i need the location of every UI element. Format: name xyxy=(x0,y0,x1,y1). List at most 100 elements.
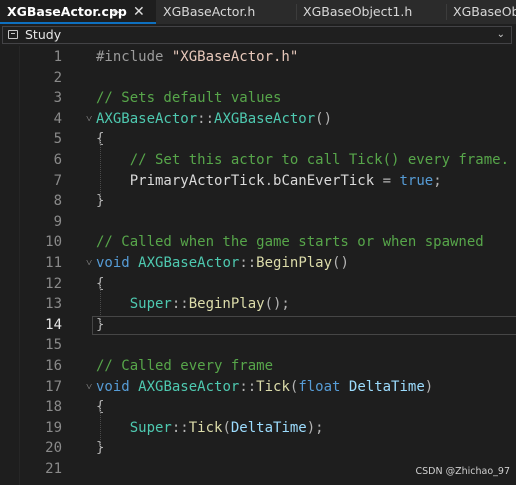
code-line[interactable]: 14} xyxy=(0,315,516,336)
tab-xgbaseobject1-h[interactable]: XGBaseObject1.h xyxy=(296,0,446,24)
code-token: DeltaTime xyxy=(348,378,425,395)
code-token: (); xyxy=(264,296,290,313)
code-token: DeltaTime xyxy=(230,419,307,436)
code-line[interactable]: 15 xyxy=(0,335,516,356)
line-number: 15 xyxy=(45,337,62,354)
code-text: void AXGBaseActor::BeginPlay() xyxy=(96,253,349,274)
code-token: Tick xyxy=(256,378,290,395)
line-number: 16 xyxy=(45,358,62,374)
code-line[interactable]: 6 // Set this actor to call Tick() every… xyxy=(0,150,516,171)
tab-label: XGBaseObj xyxy=(453,4,516,19)
code-token: BeginPlay xyxy=(256,255,333,271)
project-dropdown[interactable]: Study ⌄ xyxy=(2,26,512,44)
tab-label: XGBaseActor.cpp xyxy=(7,4,127,19)
line-number: 19 xyxy=(45,419,62,436)
code-text: // Set this actor to call Tick() every f… xyxy=(96,150,509,171)
code-line[interactable]: 17 ˅ void AXGBaseActor::Tick(float DeltaTi… xyxy=(0,377,516,398)
code-line[interactable]: 18{ xyxy=(0,397,516,418)
close-icon[interactable]: ✕ xyxy=(133,0,145,24)
line-number: 10 xyxy=(45,234,62,251)
code-line[interactable]: 9 xyxy=(0,212,516,233)
line-number: 6 xyxy=(53,152,62,168)
pin-icon[interactable]: ⪢ xyxy=(113,0,119,24)
code-token: // Called every frame xyxy=(96,358,274,374)
line-number: 1 xyxy=(53,49,62,65)
tab-xgbaseactor-h[interactable]: XGBaseActor.h xyxy=(156,0,296,24)
code-token: Tick xyxy=(188,419,223,436)
chevron-down-icon[interactable]: ⌄ xyxy=(497,27,505,43)
code-token: ); xyxy=(306,419,324,436)
code-token: void xyxy=(96,255,139,271)
code-line[interactable]: 12{ xyxy=(0,274,516,295)
line-number: 5 xyxy=(53,131,62,148)
code-token: AXGBaseActor xyxy=(138,378,240,395)
code-line[interactable]: 1 #include "XGBaseActor.h" xyxy=(0,47,516,68)
code-token: // Sets default values xyxy=(96,90,282,107)
code-line[interactable]: 16 // Called every frame xyxy=(0,356,516,377)
line-number: 8 xyxy=(53,193,62,210)
code-token: ) xyxy=(424,378,434,395)
code-token: // Set this actor to call Tick() every f… xyxy=(96,152,510,168)
code-line[interactable]: 20} xyxy=(0,438,516,459)
navigation-bar: Study ⌄ xyxy=(0,25,516,47)
code-text: #include "XGBaseActor.h" xyxy=(96,47,298,68)
code-line[interactable]: 2 xyxy=(0,68,516,89)
code-token: PrimaryActorTick xyxy=(96,172,265,189)
code-text: // Called when the game starts or when s… xyxy=(96,232,484,253)
line-number: 13 xyxy=(45,296,62,313)
code-text: // Sets default values xyxy=(96,88,281,109)
fold-chevron-icon[interactable]: ˅ xyxy=(86,253,92,274)
code-token: = xyxy=(374,172,400,189)
fold-chevron-icon[interactable]: ˅ xyxy=(86,377,92,398)
code-line[interactable]: 11 ˅ void AXGBaseActor::BeginPlay() xyxy=(0,253,516,274)
line-number: 2 xyxy=(53,69,62,86)
code-token: // Called when the game starts or when s… xyxy=(96,234,484,251)
code-line[interactable]: 5{ xyxy=(0,129,516,150)
code-editor[interactable]: 1 #include "XGBaseActor.h" 2 3 // Sets defau… xyxy=(0,46,516,485)
project-label: Study xyxy=(25,27,62,42)
tab-xgbaseactor-cpp[interactable]: XGBaseActor.cpp ⪢ ✕ xyxy=(0,0,156,24)
line-number: 18 xyxy=(45,399,62,416)
line-number: 11 xyxy=(45,255,62,271)
line-number: 12 xyxy=(45,275,62,292)
watermark: CSDN @Zhichao_97 xyxy=(415,466,511,477)
code-token: AXGBaseActor xyxy=(214,110,316,127)
code-text: AXGBaseActor::AXGBaseActor() xyxy=(96,109,332,130)
code-token: () xyxy=(332,255,349,271)
code-line[interactable]: 19 Super::Tick(DeltaTime); xyxy=(0,418,516,439)
line-number: 7 xyxy=(53,172,62,189)
code-token: ; xyxy=(433,172,442,189)
code-token: bCanEverTick xyxy=(273,172,375,189)
code-token: true xyxy=(399,172,434,189)
line-number: 17 xyxy=(45,378,62,395)
code-line[interactable]: 7 PrimaryActorTick.bCanEverTick = true; xyxy=(0,171,516,192)
current-line-highlight xyxy=(92,315,516,335)
code-token: AXGBaseActor xyxy=(96,110,198,127)
code-line[interactable]: 13 Super::BeginPlay(); xyxy=(0,294,516,315)
code-token: ( xyxy=(222,419,231,436)
document-tab-bar: XGBaseActor.cpp ⪢ ✕ XGBaseActor.h XGBase… xyxy=(0,0,516,25)
code-line[interactable]: 4 ˅ AXGBaseActor::AXGBaseActor() xyxy=(0,109,516,130)
active-tab-indicator xyxy=(0,22,156,24)
line-number: 20 xyxy=(45,440,62,457)
code-line[interactable]: 10 // Called when the game starts or when… xyxy=(0,232,516,253)
code-token: BeginPlay xyxy=(188,296,265,313)
tab-xgbaseobj[interactable]: XGBaseObj xyxy=(446,0,516,24)
code-text: PrimaryActorTick.bCanEverTick = true; xyxy=(96,171,442,192)
line-number: 4 xyxy=(53,110,62,127)
code-token: . xyxy=(264,172,274,189)
fold-chevron-icon[interactable]: ˅ xyxy=(86,109,92,130)
code-text: Super::BeginPlay(); xyxy=(96,294,290,315)
indent-guide xyxy=(100,138,101,198)
indent-guide xyxy=(100,406,101,446)
code-line[interactable]: 8} xyxy=(0,191,516,212)
tab-label: XGBaseObject1.h xyxy=(303,4,413,19)
code-line[interactable]: 3 // Sets default values xyxy=(0,88,516,109)
line-number: 14 xyxy=(45,316,62,333)
code-text: Super::Tick(DeltaTime); xyxy=(96,418,324,439)
code-token: Super xyxy=(96,419,172,436)
code-token: :: xyxy=(171,296,189,313)
code-token: :: xyxy=(239,378,257,395)
project-icon xyxy=(8,30,18,39)
code-token: () xyxy=(315,110,333,127)
